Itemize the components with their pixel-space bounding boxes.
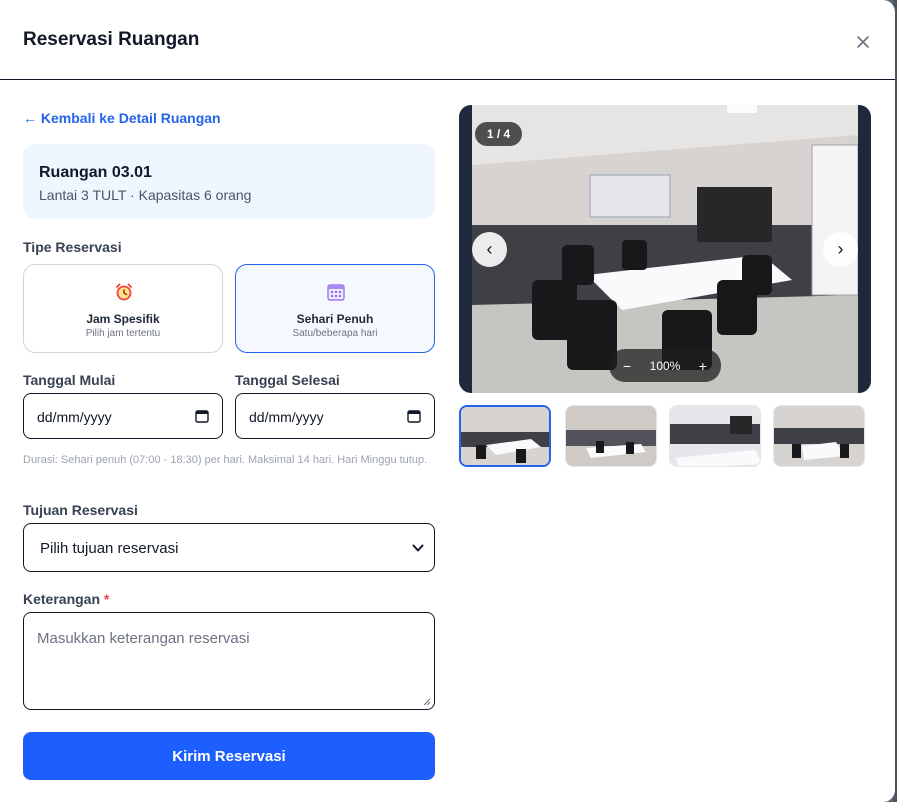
close-button[interactable] <box>852 31 874 53</box>
purpose-selected-value: Pilih tujuan reservasi <box>40 540 179 557</box>
zoom-level: 100% <box>649 358 681 373</box>
required-mark: * <box>103 591 110 607</box>
notes-textarea[interactable]: Masukkan keterangan reservasi <box>23 612 435 710</box>
zoom-out-button[interactable]: − <box>623 358 631 374</box>
room-photo-gallery: 1 / 4 ‹ › − 100% + <box>459 105 871 393</box>
photo-thumbnail-1[interactable] <box>459 405 551 467</box>
notes-placeholder: Masukkan keterangan reservasi <box>37 630 250 647</box>
calendar-picker-icon[interactable] <box>195 409 209 423</box>
chevron-left-icon: ‹ <box>486 239 493 259</box>
reservation-type-label: Tipe Reservasi <box>23 239 122 255</box>
type-option-full-day[interactable]: Sehari Penuh Satu/beberapa hari <box>235 264 435 353</box>
purpose-select[interactable]: Pilih tujuan reservasi <box>23 523 435 572</box>
end-date-value: dd/mm/yyyy <box>249 409 324 425</box>
room-meta: Lantai 3 TULT · Kapasitas 6 orang <box>39 187 252 203</box>
modal-title: Reservasi Ruangan <box>23 29 200 50</box>
notes-label: Keterangan * <box>23 591 109 607</box>
photo-thumbnail-3[interactable] <box>669 405 761 467</box>
room-name: Ruangan 03.01 <box>39 164 152 181</box>
calendar-icon <box>327 284 345 301</box>
start-date-label: Tanggal Mulai <box>23 372 116 388</box>
type-option-subtitle: Satu/beberapa hari <box>292 328 378 339</box>
photo-thumbnail-4[interactable] <box>773 405 865 467</box>
zoom-in-button[interactable]: + <box>699 358 707 374</box>
calendar-picker-icon[interactable] <box>407 409 421 423</box>
thumbnail-image <box>670 406 760 466</box>
type-option-title: Sehari Penuh <box>296 312 374 326</box>
zoom-controls: − 100% + <box>609 349 721 382</box>
photo-thumbnail-2[interactable] <box>565 405 657 467</box>
start-date-value: dd/mm/yyyy <box>37 409 112 425</box>
alarm-clock-icon <box>116 283 132 301</box>
purpose-label: Tujuan Reservasi <box>23 502 138 518</box>
thumbnail-image <box>774 406 864 466</box>
submit-reservation-button[interactable]: Kirim Reservasi <box>23 732 435 780</box>
notes-label-text: Keterangan <box>23 591 101 607</box>
close-icon <box>857 36 869 48</box>
chevron-right-icon: › <box>837 239 844 259</box>
end-date-input[interactable]: dd/mm/yyyy <box>235 393 435 439</box>
resize-grip-icon[interactable] <box>423 698 431 706</box>
type-option-subtitle: Pilih jam tertentu <box>85 328 161 339</box>
chevron-down-icon <box>412 544 424 552</box>
photo-counter: 1 / 4 <box>475 122 522 146</box>
type-option-specific-hours[interactable]: Jam Spesifik Pilih jam tertentu <box>23 264 223 353</box>
back-to-room-detail-link[interactable]: ← Kembali ke Detail Ruangan <box>23 110 221 126</box>
end-date-label: Tanggal Selesai <box>235 372 340 388</box>
thumbnail-image <box>566 406 656 466</box>
modal-header: Reservasi Ruangan <box>0 0 895 80</box>
next-photo-button[interactable]: › <box>823 232 858 267</box>
thumbnail-image <box>461 407 549 465</box>
type-option-title: Jam Spesifik <box>86 312 160 326</box>
reservation-modal: Reservasi Ruangan ← Kembali ke Detail Ru… <box>0 0 895 802</box>
room-summary-card: Ruangan 03.01 Lantai 3 TULT · Kapasitas … <box>23 144 435 219</box>
duration-hint: Durasi: Sehari penuh (07:00 - 18:30) per… <box>23 454 428 466</box>
previous-photo-button[interactable]: ‹ <box>472 232 507 267</box>
start-date-input[interactable]: dd/mm/yyyy <box>23 393 223 439</box>
